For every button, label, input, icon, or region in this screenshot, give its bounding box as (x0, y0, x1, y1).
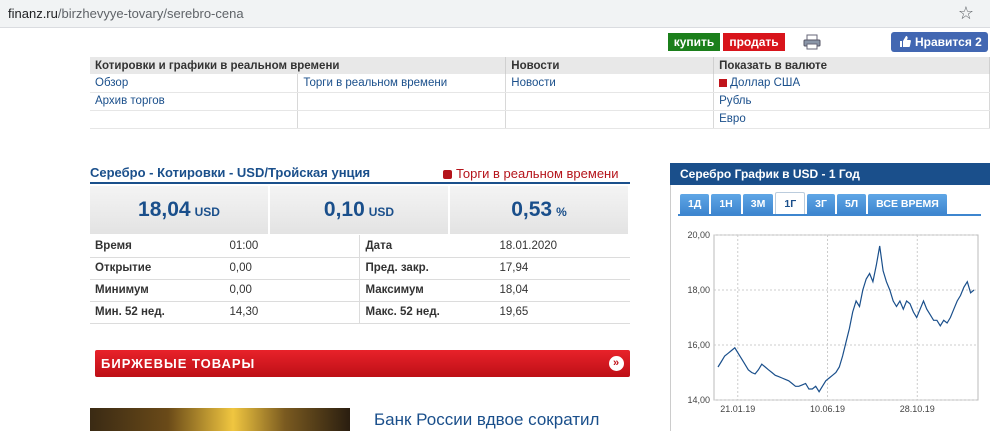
nav-cell-empty (505, 110, 715, 129)
url-text[interactable]: finanz.ru/birzhevyye-tovary/serebro-cena (8, 6, 244, 21)
change-value: 0,10 USD (270, 186, 450, 234)
thumbs-up-icon (900, 36, 911, 47)
nav-cell-empty (297, 110, 507, 129)
tab-range[interactable]: ВСЕ ВРЕМЯ (868, 194, 947, 214)
nav-header-news: Новости (505, 57, 715, 74)
nav-cell-empty (505, 92, 715, 111)
bookmark-star-icon[interactable]: ☆ (958, 3, 974, 24)
realtime-arrow-icon (443, 170, 452, 179)
print-icon[interactable] (803, 34, 821, 50)
currency-rub[interactable]: Рубль (713, 92, 990, 111)
nav-link-archive[interactable]: Архив торгов (90, 92, 299, 111)
news-image[interactable] (90, 408, 350, 431)
silver-price-chart: 14,00 16,00 18,00 20,00 21.01.19 10.06.19 28.1… (687, 230, 979, 414)
realtime-link[interactable]: Торги в реальном времени (443, 166, 619, 181)
tab-range[interactable]: 1Д (680, 194, 710, 214)
table-row: Минимум 0,00 Максимум 18,04 (90, 279, 630, 302)
table-row: Открытие 0,00 Пред. закр. 17,94 (90, 257, 630, 280)
plot-area (713, 234, 979, 401)
nav-cell-empty (90, 110, 299, 129)
nav-link-overview[interactable]: Обзор (90, 74, 299, 93)
selected-flag-icon (719, 78, 728, 87)
chart-range-tabs: 1Д 1Н 3М 1Г 3Г 5Л ВСЕ ВРЕМЯ (680, 192, 949, 216)
tabs-underline (678, 214, 981, 216)
tab-range[interactable]: 3Г (807, 194, 835, 214)
table-row: Время 01:00 Дата 18.01.2020 (90, 235, 630, 258)
commodities-label: БИРЖЕВЫЕ ТОВАРЫ (101, 356, 256, 371)
x-tick-label: 10.06.19 (810, 404, 845, 414)
nav-header-currency: Показать в валюте (713, 57, 990, 74)
tab-range[interactable]: 1Г (775, 192, 806, 214)
nav-header-quotes: Котировки и графики в реальном времени (90, 57, 507, 74)
price-value: 18,04 USD (90, 186, 270, 234)
quote-title: Серебро - Котировки - USD/Тройская унция (90, 165, 371, 180)
tab-range[interactable]: 5Л (836, 194, 867, 214)
quote-info-table: Время 01:00 Дата 18.01.2020 Открытие 0,00 П… (90, 235, 630, 324)
tab-range[interactable]: 1Н (711, 194, 741, 214)
nav-link-realtime[interactable]: Торги в реальном времени (297, 74, 507, 93)
news-headline[interactable]: Банк России вдвое сократил (374, 410, 599, 430)
like-button[interactable]: Нравится 2 (891, 32, 988, 52)
y-tick-label: 20,00 (687, 230, 710, 240)
nav-cell-empty (297, 92, 507, 111)
commodities-bar[interactable]: БИРЖЕВЫЕ ТОВАРЫ » (95, 350, 630, 377)
y-tick-label: 16,00 (687, 340, 710, 350)
quote-navigation-table: Котировки и графики в реальном времени Н… (90, 57, 990, 129)
buy-button[interactable]: купить (668, 33, 720, 51)
currency-usd[interactable]: Доллар США (713, 74, 990, 93)
x-tick-label: 28.10.19 (900, 404, 935, 414)
browser-address-bar[interactable]: finanz.ru/birzhevyye-tovary/serebro-cena… (0, 0, 990, 28)
y-tick-label: 18,00 (687, 285, 710, 295)
quote-values: 18,04 USD 0,10 USD 0,53% (90, 186, 630, 234)
sell-button[interactable]: продать (723, 33, 785, 51)
like-label: Нравится 2 (915, 35, 982, 49)
chart-title: Серебро График в USD - 1 Год (670, 163, 990, 185)
tab-range[interactable]: 3М (742, 194, 774, 214)
currency-eur[interactable]: Евро (713, 110, 990, 129)
divider (90, 182, 630, 184)
table-row: Мин. 52 нед. 14,30 Макс. 52 нед. 19,65 (90, 301, 630, 324)
change-percent: 0,53% (450, 186, 630, 234)
chevron-right-icon: » (609, 356, 624, 371)
nav-link-news[interactable]: Новости (505, 74, 715, 93)
x-tick-label: 21.01.19 (720, 404, 755, 414)
y-tick-label: 14,00 (687, 395, 710, 405)
